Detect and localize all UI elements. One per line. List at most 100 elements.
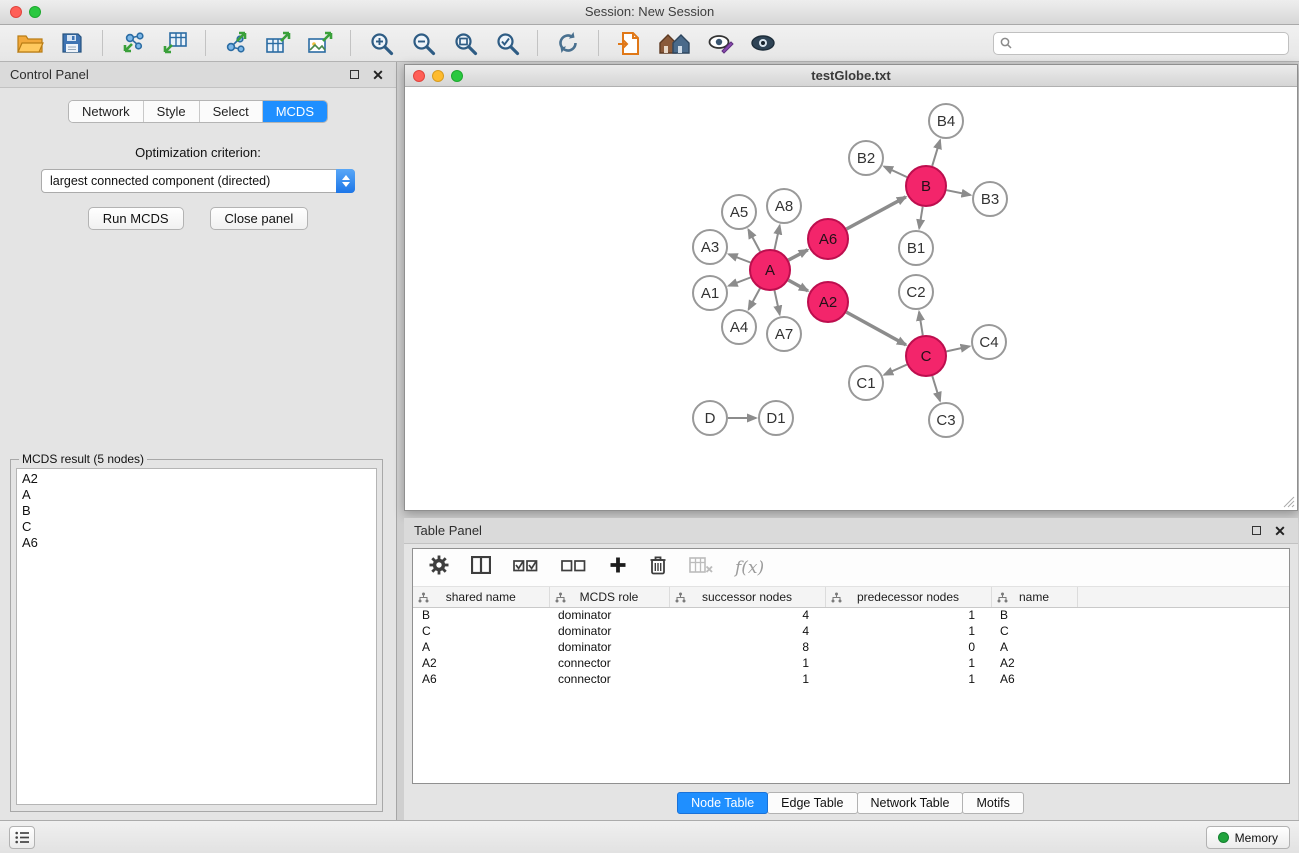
add-row-button[interactable] <box>609 556 627 579</box>
zoom-window-button[interactable] <box>29 6 41 18</box>
graph-node-B1[interactable]: B1 <box>899 231 933 265</box>
tab-network-table[interactable]: Network Table <box>857 792 964 814</box>
tab-motifs[interactable]: Motifs <box>962 792 1023 814</box>
graph-edge-A6-B[interactable] <box>847 197 906 229</box>
float-table-panel-button[interactable] <box>1248 523 1264 539</box>
network-minimize-button[interactable] <box>432 70 444 82</box>
table-row[interactable]: A6connector11A6 <box>413 671 1289 687</box>
close-panel-button[interactable]: ✕ <box>370 67 386 83</box>
delete-row-button[interactable] <box>649 555 667 580</box>
refresh-view-button[interactable] <box>550 28 586 58</box>
graph-node-A6[interactable]: A6 <box>808 219 848 259</box>
run-mcds-button[interactable]: Run MCDS <box>88 207 184 230</box>
graph-edge-C-C3[interactable] <box>932 376 940 401</box>
table-row[interactable]: Cdominator41C <box>413 623 1289 639</box>
optimization-criterion-select[interactable]: largest connected component (directed) <box>41 169 355 193</box>
graph-edge-C-C4[interactable] <box>947 346 970 351</box>
table-row[interactable]: Adominator80A <box>413 639 1289 655</box>
tab-node-table[interactable]: Node Table <box>677 792 768 814</box>
graph-node-A[interactable]: A <box>750 250 790 290</box>
task-history-button[interactable] <box>9 826 35 849</box>
column-header-name[interactable]: name <box>991 587 1077 607</box>
graph-node-C2[interactable]: C2 <box>899 275 933 309</box>
network-graph[interactable]: B4B2BB3A5A8A6A3B1AA1C2A2A4A7C4CC1C3DD1 <box>406 88 1296 510</box>
graph-edge-A-A6[interactable] <box>789 250 808 260</box>
graph-node-A3[interactable]: A3 <box>693 230 727 264</box>
graph-edge-B-B1[interactable] <box>919 207 923 229</box>
show-graphics-button[interactable] <box>745 28 781 58</box>
graph-edge-B-B2[interactable] <box>884 167 907 178</box>
graph-node-C1[interactable]: C1 <box>849 366 883 400</box>
graph-edge-A-A2[interactable] <box>788 280 808 291</box>
tab-select[interactable]: Select <box>200 101 263 122</box>
graph-node-D1[interactable]: D1 <box>759 401 793 435</box>
paste-network-button[interactable] <box>611 28 647 58</box>
memory-button[interactable]: Memory <box>1206 826 1290 849</box>
zoom-selected-button[interactable] <box>489 28 525 58</box>
graph-node-B3[interactable]: B3 <box>973 182 1007 216</box>
float-panel-button[interactable] <box>346 67 362 83</box>
export-table-button[interactable] <box>260 28 296 58</box>
graph-node-A2[interactable]: A2 <box>808 282 848 322</box>
column-header-successor-nodes[interactable]: successor nodes <box>669 587 825 607</box>
select-all-button[interactable] <box>513 557 539 579</box>
graph-edge-C-C1[interactable] <box>884 365 907 375</box>
graph-edge-B-B4[interactable] <box>932 140 940 166</box>
column-header-predecessor-nodes[interactable]: predecessor nodes <box>825 587 991 607</box>
network-close-button[interactable] <box>413 70 425 82</box>
graph-edge-A-A1[interactable] <box>729 278 751 286</box>
zoom-fit-button[interactable] <box>447 28 483 58</box>
search-input[interactable] <box>993 32 1289 55</box>
mcds-result-list[interactable]: A2 A B C A6 <box>16 468 377 805</box>
tab-style[interactable]: Style <box>144 101 200 122</box>
graph-edge-A-A4[interactable] <box>749 288 760 309</box>
graph-node-D[interactable]: D <box>693 401 727 435</box>
zoom-in-button[interactable] <box>363 28 399 58</box>
function-builder-button[interactable]: f(x) <box>735 558 764 578</box>
tab-network[interactable]: Network <box>69 101 144 122</box>
import-table-button[interactable] <box>157 28 193 58</box>
graph-node-B2[interactable]: B2 <box>849 141 883 175</box>
graph-node-C3[interactable]: C3 <box>929 403 963 437</box>
graph-node-A1[interactable]: A1 <box>693 276 727 310</box>
graph-node-A4[interactable]: A4 <box>722 310 756 344</box>
table-row[interactable]: A2connector11A2 <box>413 655 1289 671</box>
export-image-button[interactable] <box>302 28 338 58</box>
table-row[interactable]: Bdominator41B <box>413 607 1289 623</box>
delete-table-button[interactable] <box>689 557 713 579</box>
close-window-button[interactable] <box>10 6 22 18</box>
resize-grip-icon[interactable] <box>1283 496 1295 508</box>
close-panel-button-mcds[interactable]: Close panel <box>210 207 309 230</box>
column-header-shared-name[interactable]: shared name <box>413 587 549 607</box>
close-table-panel-button[interactable]: ✕ <box>1272 523 1288 539</box>
export-network-button[interactable] <box>218 28 254 58</box>
open-file-button[interactable] <box>12 28 48 58</box>
result-item[interactable]: A <box>22 487 371 503</box>
table-settings-button[interactable] <box>429 555 449 580</box>
result-item[interactable]: A6 <box>22 535 371 551</box>
graph-edge-C-C2[interactable] <box>919 312 923 336</box>
network-canvas[interactable]: B4B2BB3A5A8A6A3B1AA1C2A2A4A7C4CC1C3DD1 <box>406 88 1296 509</box>
graph-node-C4[interactable]: C4 <box>972 325 1006 359</box>
graph-edge-A-A7[interactable] <box>775 291 780 315</box>
result-item[interactable]: A2 <box>22 471 371 487</box>
graph-node-B4[interactable]: B4 <box>929 104 963 138</box>
graph-node-A8[interactable]: A8 <box>767 189 801 223</box>
graph-node-B[interactable]: B <box>906 166 946 206</box>
network-zoom-button[interactable] <box>451 70 463 82</box>
graph-edge-A-A3[interactable] <box>729 254 751 262</box>
tab-mcds[interactable]: MCDS <box>263 101 327 122</box>
graph-edge-A2-C[interactable] <box>846 312 906 345</box>
graph-node-A7[interactable]: A7 <box>767 317 801 351</box>
result-item[interactable]: C <box>22 519 371 535</box>
graph-node-C[interactable]: C <box>906 336 946 376</box>
unselect-all-button[interactable] <box>561 557 587 579</box>
result-item[interactable]: B <box>22 503 371 519</box>
annotation-button[interactable] <box>703 28 739 58</box>
home-button[interactable] <box>653 28 697 58</box>
graph-edge-A-A5[interactable] <box>748 230 760 252</box>
zoom-out-button[interactable] <box>405 28 441 58</box>
import-network-button[interactable] <box>115 28 151 58</box>
graph-edge-A-A8[interactable] <box>775 226 780 250</box>
graph-edge-B-B3[interactable] <box>947 190 971 195</box>
